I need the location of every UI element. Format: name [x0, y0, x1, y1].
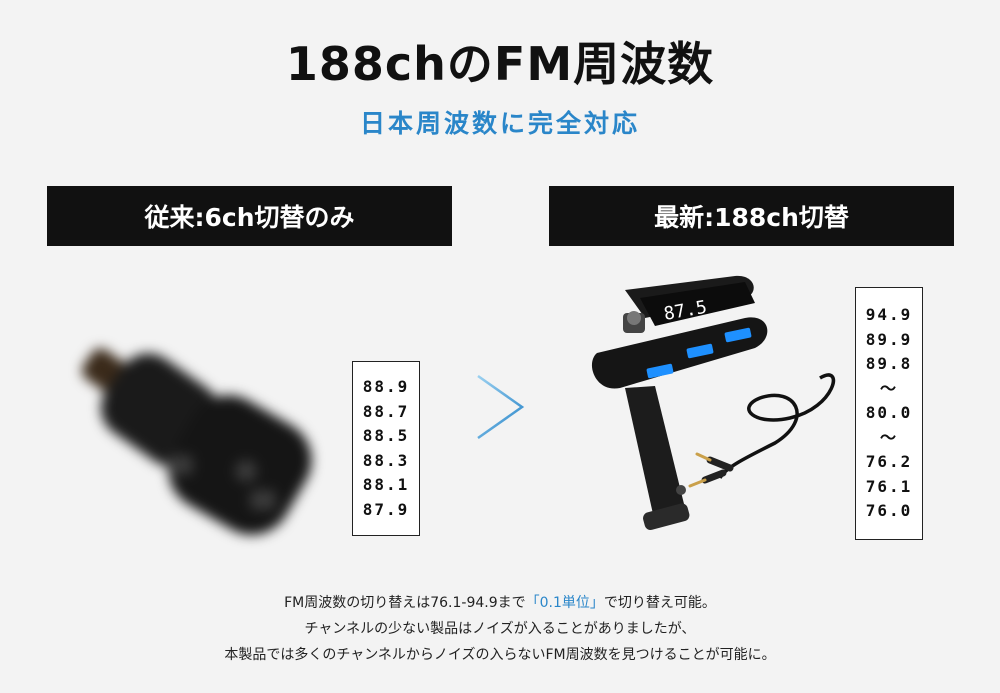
chevron-right-icon — [477, 374, 525, 440]
highlight-text: 「0.1単位」 — [525, 595, 604, 611]
old-model-label: 従来:6ch切替のみ — [47, 186, 452, 246]
description-line-2: チャンネルの少ない製品はノイズが入ることがありましたが、 — [304, 621, 696, 637]
frequency-item: 88.5 — [362, 426, 410, 445]
frequency-item: 88.1 — [362, 475, 410, 494]
frequency-item: 94.9 — [865, 305, 913, 325]
frequency-item: 76.0 — [865, 501, 913, 521]
description: FM周波数の切り替えは76.1-94.9まで「0.1単位」で切り替え可能。 チャ… — [0, 590, 1000, 668]
new-model-label: 最新:188ch切替 — [549, 186, 954, 246]
new-transmitter-image: 87.5 — [591, 275, 836, 531]
page-subtitle: 日本周波数に完全対応 — [359, 109, 640, 138]
frequency-item: ～ — [879, 378, 898, 398]
frequency-item: ～ — [879, 427, 898, 447]
old-transmitter-image — [75, 335, 327, 550]
frequency-item: 87.9 — [362, 499, 410, 519]
description-line-1: FM周波数の切り替えは76.1-94.9まで「0.1単位」で切り替え可能。 — [284, 595, 716, 611]
frequency-item: 89.9 — [865, 329, 913, 349]
frequency-item: 88.9 — [362, 377, 410, 396]
frequency-item: 76.2 — [865, 452, 913, 472]
new-frequency-list: 94.9 89.9 89.8 ～ 80.0 ～ 76.2 76.1 76.0 — [855, 287, 923, 540]
description-line-3: 本製品では多くのチャンネルからノイズの入らないFM周波数を見つけることが可能に。 — [224, 647, 776, 663]
frequency-item: 89.8 — [865, 354, 913, 374]
frequency-item: 88.7 — [362, 401, 410, 421]
frequency-item: 88.3 — [362, 450, 410, 470]
frequency-item: 80.0 — [865, 403, 913, 423]
page-title: 188chのFM周波数 — [285, 37, 715, 91]
frequency-item: 76.1 — [865, 476, 913, 496]
old-frequency-list: 88.9 88.7 88.5 88.3 88.1 87.9 — [352, 361, 420, 536]
